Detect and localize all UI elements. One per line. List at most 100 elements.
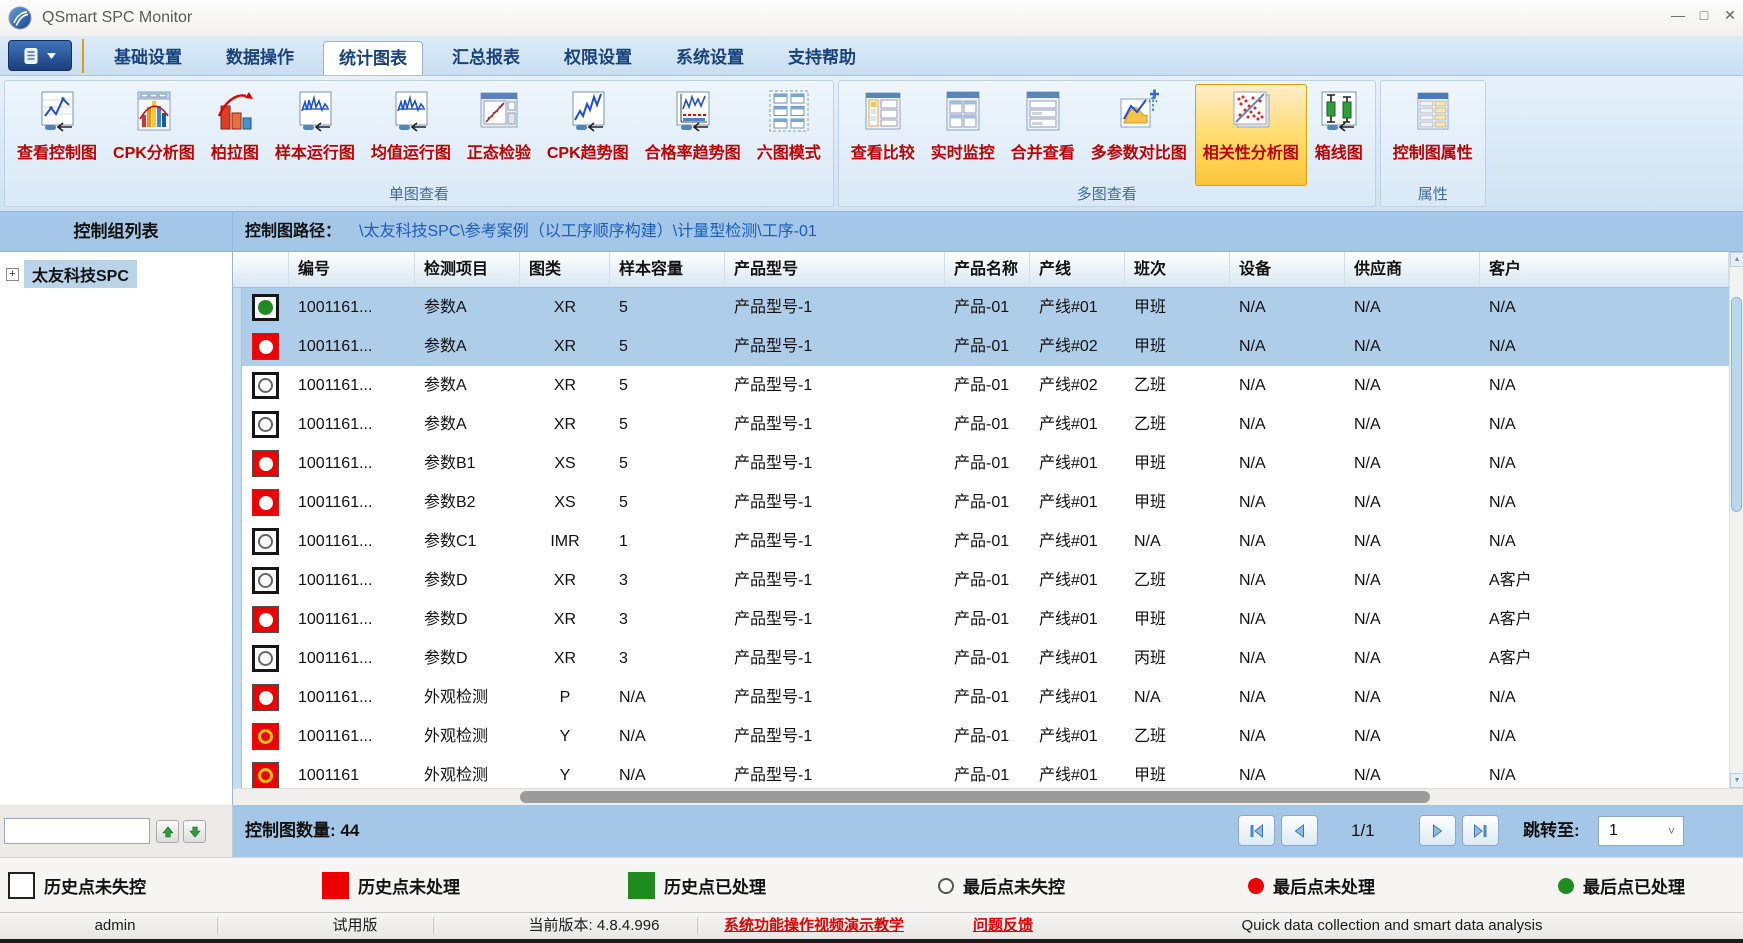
- table-row[interactable]: 1001161... 参数D XR 3 产品型号-1 产品-01 产线#01 乙班 N/A N/A…: [233, 561, 1729, 600]
- minimize-button[interactable]: —: [1665, 0, 1691, 30]
- row-gutter: [233, 678, 242, 717]
- table-cell: N/A: [619, 689, 646, 706]
- rate-trend-button[interactable]: 合格率趋势图: [637, 84, 749, 186]
- chart-props-button[interactable]: 控制图属性: [1385, 84, 1481, 186]
- row-gutter: [233, 327, 242, 366]
- ribbon-button-label: 均值运行图: [370, 145, 451, 162]
- table-row[interactable]: 1001161... 参数D XR 3 产品型号-1 产品-01 产线#01 丙班 N/A N/A…: [233, 639, 1729, 678]
- ribbon-group-label: 多图查看: [1076, 186, 1137, 203]
- table-cell: N/A: [1489, 455, 1516, 472]
- realtime-icon: [940, 88, 986, 134]
- mean-run-chart-button[interactable]: 均值运行图: [363, 84, 459, 186]
- maximize-button[interactable]: □: [1691, 0, 1717, 30]
- table-cell: 产品-01: [954, 650, 1010, 667]
- cpk-hist-button[interactable]: CPK分析图: [105, 84, 203, 186]
- statusbar-divider: [433, 917, 434, 935]
- red-dot-status-icon: [252, 489, 279, 516]
- table-row[interactable]: 1001161... 参数A XR 5 产品型号-1 产品-01 产线#02 乙班 N/A N/A…: [233, 366, 1729, 405]
- last-page-button[interactable]: [1462, 815, 1499, 846]
- menu-tab[interactable]: 权限设置: [549, 41, 647, 75]
- vertical-scrollbar-thumb[interactable]: [1731, 297, 1742, 512]
- table-cell: 产品型号-1: [734, 728, 813, 745]
- status-icon-box: [242, 411, 289, 438]
- table-row[interactable]: 1001161... 参数B1 XS 5 产品型号-1 产品-01 产线#01 甲班 N/A N/…: [233, 444, 1729, 483]
- table-cell: 1001161...: [298, 377, 373, 394]
- path-link[interactable]: \太友科技SPC\参考案例（以工序顺序构建）\计量型检测\工序-01: [359, 223, 817, 240]
- control-chart-button[interactable]: 查看控制图: [9, 84, 105, 186]
- table-cell: 产品-01: [954, 416, 1010, 433]
- table-cell: 甲班: [1134, 767, 1167, 784]
- table-row[interactable]: 1001161... 参数C1 IMR 1 产品型号-1 产品-01 产线#01 N/A N/A…: [233, 522, 1729, 561]
- chart-props-icon: [1410, 88, 1456, 134]
- status-dot: [258, 729, 273, 744]
- table-cell: P: [559, 689, 571, 706]
- menu-tab[interactable]: 汇总报表: [437, 41, 535, 75]
- status-dot: [258, 339, 273, 354]
- move-up-button[interactable]: [156, 820, 179, 843]
- scroll-up-arrow-icon[interactable]: ▲: [1730, 252, 1743, 267]
- table-row[interactable]: 1001161... 参数A XR 5 产品型号-1 产品-01 产线#01 乙班 N/A N/A…: [233, 405, 1729, 444]
- realtime-button[interactable]: 实时监控: [923, 84, 1003, 186]
- menu-tab[interactable]: 数据操作: [211, 41, 309, 75]
- compare-button[interactable]: 查看比较: [843, 84, 923, 186]
- table-row[interactable]: 1001161... 参数A XR 5 产品型号-1 产品-01 产线#01 甲班 N/A N/A…: [233, 288, 1729, 327]
- menu-tabs: 基础设置 数据操作 统计图表 汇总报表 权限设置 系统设置 支持帮助: [92, 41, 878, 75]
- horizontal-scrollbar[interactable]: [233, 788, 1743, 805]
- close-button[interactable]: ✕: [1717, 0, 1743, 30]
- red-dot-status-icon: [252, 333, 279, 360]
- table-cell: 产品-01: [954, 338, 1010, 355]
- table-cell: N/A: [1489, 767, 1516, 784]
- table-cell: 1001161...: [298, 689, 373, 706]
- merge-button[interactable]: 合并查看: [1003, 84, 1083, 186]
- multi-param-button[interactable]: 多参数对比图: [1083, 84, 1195, 186]
- row-gutter: [233, 717, 242, 756]
- table-row[interactable]: 1001161... 参数A XR 5 产品型号-1 产品-01 产线#02 甲班 N/A N/A…: [233, 327, 1729, 366]
- table-cell: IMR: [550, 533, 580, 550]
- tree-search-input[interactable]: [4, 818, 150, 844]
- previous-page-button[interactable]: [1281, 815, 1318, 846]
- menu-tab[interactable]: 统计图表: [323, 41, 423, 75]
- table-cell: N/A: [619, 767, 646, 784]
- table-cell: 5: [619, 416, 628, 433]
- table-cell: 1001161...: [298, 572, 373, 589]
- tree-item-root[interactable]: + 太友科技SPC: [0, 252, 232, 288]
- bottom-edge: [0, 939, 1743, 943]
- move-down-button[interactable]: [183, 820, 206, 843]
- table-row[interactable]: 1001161... 外观检测 P N/A 产品型号-1 产品-01 产线#01 N/A N/A…: [233, 678, 1729, 717]
- menu-tab[interactable]: 基础设置: [99, 41, 197, 75]
- table-cell: N/A: [1489, 338, 1516, 355]
- statusbar-link[interactable]: 系统功能操作视频演示教学: [724, 913, 904, 939]
- boxplot-button[interactable]: 箱线图: [1307, 84, 1371, 186]
- next-page-button[interactable]: [1419, 815, 1456, 846]
- table-row[interactable]: 1001161 外观检测 Y N/A 产品型号-1 产品-01 产线#01 甲班 N/A N/A N…: [233, 756, 1729, 788]
- scroll-down-arrow-icon[interactable]: ▼: [1730, 773, 1743, 788]
- tree-expander-icon[interactable]: +: [6, 267, 19, 281]
- normal-test-button[interactable]: 正态检验: [459, 84, 539, 186]
- table-cell: N/A: [1489, 416, 1516, 433]
- six-grid-button[interactable]: 六图模式: [749, 84, 829, 186]
- table-cell: N/A: [1134, 533, 1161, 550]
- status-dot: [258, 690, 273, 705]
- table-row[interactable]: 1001161... 外观检测 Y N/A 产品型号-1 产品-01 产线#01 乙班 N/A N…: [233, 717, 1729, 756]
- table-cell: 3: [619, 572, 628, 589]
- legend-label: 最后点未处理: [1273, 878, 1375, 897]
- jump-to-select[interactable]: 1 ˅: [1598, 816, 1684, 846]
- vertical-scrollbar[interactable]: ▲ ▼: [1729, 252, 1743, 788]
- cpk-trend-button[interactable]: CPK趋势图: [539, 84, 637, 186]
- menu-tab[interactable]: 系统设置: [661, 41, 759, 75]
- table-row[interactable]: 1001161... 参数D XR 3 产品型号-1 产品-01 产线#01 甲班 N/A N/A…: [233, 600, 1729, 639]
- correlation-button[interactable]: 相关性分析图: [1194, 84, 1307, 186]
- statusbar-link[interactable]: 问题反馈: [973, 913, 1033, 939]
- status-icon-box: [242, 372, 289, 399]
- run-chart-button[interactable]: 样本运行图: [267, 84, 363, 186]
- app-menu-button[interactable]: [8, 40, 72, 71]
- pagination-bar: 控制图数量: 44 1/1 跳转至: 1 ˅: [233, 805, 1743, 857]
- ribbon-button-label: CPK分析图: [113, 145, 195, 162]
- first-page-button[interactable]: [1238, 815, 1275, 846]
- pareto-button[interactable]: 柏拉图: [203, 84, 267, 186]
- menu-tab[interactable]: 支持帮助: [773, 41, 871, 75]
- horizontal-scrollbar-thumb[interactable]: [520, 791, 1430, 803]
- table-row[interactable]: 1001161... 参数B2 XS 5 产品型号-1 产品-01 产线#01 甲班 N/A N/…: [233, 483, 1729, 522]
- legend-item: 历史点未处理: [322, 858, 460, 913]
- square-red-legend-icon: [322, 872, 349, 899]
